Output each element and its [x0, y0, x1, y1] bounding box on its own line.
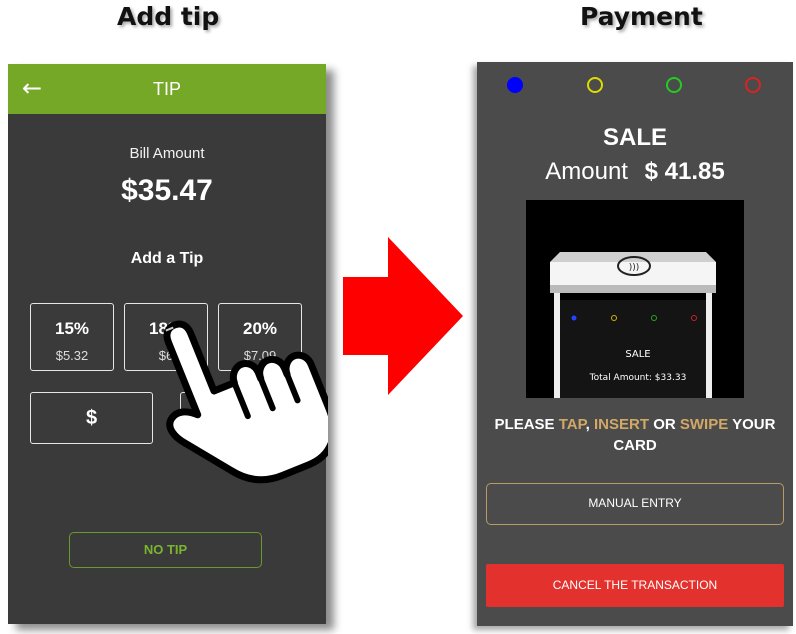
tip-title: TIP: [152, 79, 181, 99]
pointing-hand-icon: [163, 320, 328, 484]
caption-payment: Payment: [580, 2, 703, 31]
payment-screen: SALE Amount $ 41.85 ))) SALE Total Amoun…: [477, 62, 793, 626]
bill-amount-value: $35.47: [121, 174, 213, 207]
bill-amount-label: Bill Amount: [129, 145, 205, 162]
tip-option-15[interactable]: 15% $5.32: [30, 303, 114, 371]
tip-header-bar: ← TIP: [8, 64, 326, 114]
amount-value: $ 41.85: [644, 158, 725, 185]
reader-total-text: Total Amount: $33.33: [589, 373, 687, 383]
amount-row: Amount $ 41.85: [477, 158, 793, 186]
tip-option-percent: 15%: [54, 319, 90, 338]
no-tip-button[interactable]: NO TIP: [69, 532, 262, 568]
custom-tip-dollar-label: $: [85, 407, 98, 429]
custom-tip-amount-button[interactable]: $: [30, 392, 153, 444]
svg-text:))): ))): [629, 263, 640, 273]
sale-title: SALE: [602, 124, 667, 151]
manual-entry-button[interactable]: MANUAL ENTRY: [486, 483, 784, 525]
card-reader-image: ))) SALE Total Amount: $33.33: [526, 200, 744, 398]
blue-led-icon: [507, 77, 523, 93]
red-arrow-icon: [343, 237, 463, 395]
add-tip-heading: Add a Tip: [130, 250, 204, 267]
green-led-icon: [666, 77, 682, 93]
tip-option-amount: $5.32: [55, 348, 89, 363]
yellow-led-icon: [587, 77, 603, 93]
amount-label: Amount: [545, 158, 628, 185]
red-led-icon: [745, 77, 761, 93]
cancel-transaction-button[interactable]: CANCEL THE TRANSACTION: [486, 564, 784, 607]
card-prompt: PLEASE TAP, INSERT OR SWIPE YOUR CARD: [494, 416, 776, 454]
caption-add-tip: Add tip: [117, 2, 220, 31]
reader-sale-text: SALE: [625, 349, 650, 360]
